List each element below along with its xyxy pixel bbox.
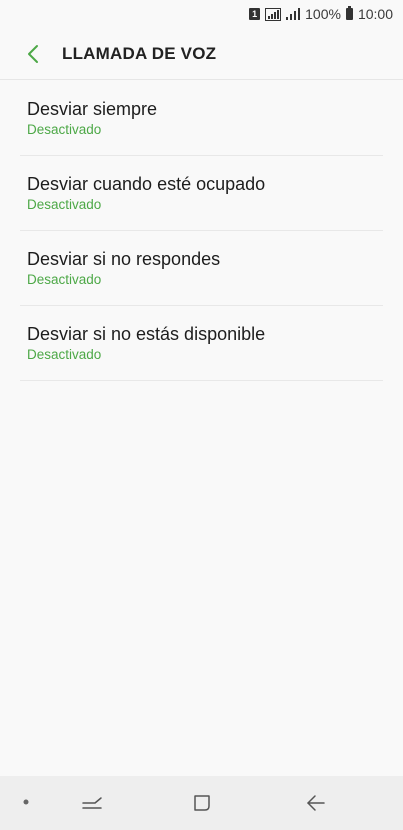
app-bar: LLAMADA DE VOZ <box>0 28 403 80</box>
back-button[interactable] <box>18 39 48 69</box>
chevron-left-icon <box>28 44 38 63</box>
list-item-title: Desviar cuando esté ocupado <box>27 173 266 194</box>
list-item-desviar-no-disponible[interactable]: Desviar si no estás disponible Desactiva… <box>20 306 383 381</box>
nav-dot-button[interactable] <box>20 796 32 808</box>
list-item-desviar-ocupado[interactable]: Desviar cuando esté ocupado Desactivado <box>20 156 383 231</box>
recents-button[interactable] <box>72 788 112 818</box>
forwarding-options-list: Desviar siempre Desactivado Desviar cuan… <box>20 81 383 381</box>
list-item-title: Desviar si no respondes <box>27 248 221 269</box>
list-item-title: Desviar siempre <box>27 98 158 119</box>
recents-icon <box>82 797 102 809</box>
screen: 1 100% 10:00 LLAMADA DE VOZ Desviar siem… <box>0 0 403 830</box>
back-nav-button[interactable] <box>296 788 336 818</box>
clock: 10:00 <box>357 6 393 22</box>
page-title: LLAMADA DE VOZ <box>62 43 217 63</box>
list-item-status: Desactivado <box>27 121 102 137</box>
status-bar: 1 100% 10:00 <box>0 0 403 28</box>
sim-icon: 1 <box>249 8 261 20</box>
battery-percent: 100% <box>305 6 341 22</box>
dot-icon <box>23 799 29 805</box>
list-item-status: Desactivado <box>27 271 102 287</box>
home-button[interactable] <box>182 788 222 818</box>
home-icon <box>194 795 210 811</box>
list-item-status: Desactivado <box>27 196 102 212</box>
signal-icon <box>286 8 301 20</box>
volte-icon <box>265 7 282 21</box>
battery-icon <box>345 6 353 20</box>
list-item-desviar-no-responde[interactable]: Desviar si no respondes Desactivado <box>20 231 383 306</box>
list-item-desviar-siempre[interactable]: Desviar siempre Desactivado <box>20 81 383 156</box>
back-arrow-icon <box>307 795 325 811</box>
list-item-title: Desviar si no estás disponible <box>27 323 266 344</box>
navigation-bar <box>0 776 403 830</box>
list-item-status: Desactivado <box>27 346 102 362</box>
